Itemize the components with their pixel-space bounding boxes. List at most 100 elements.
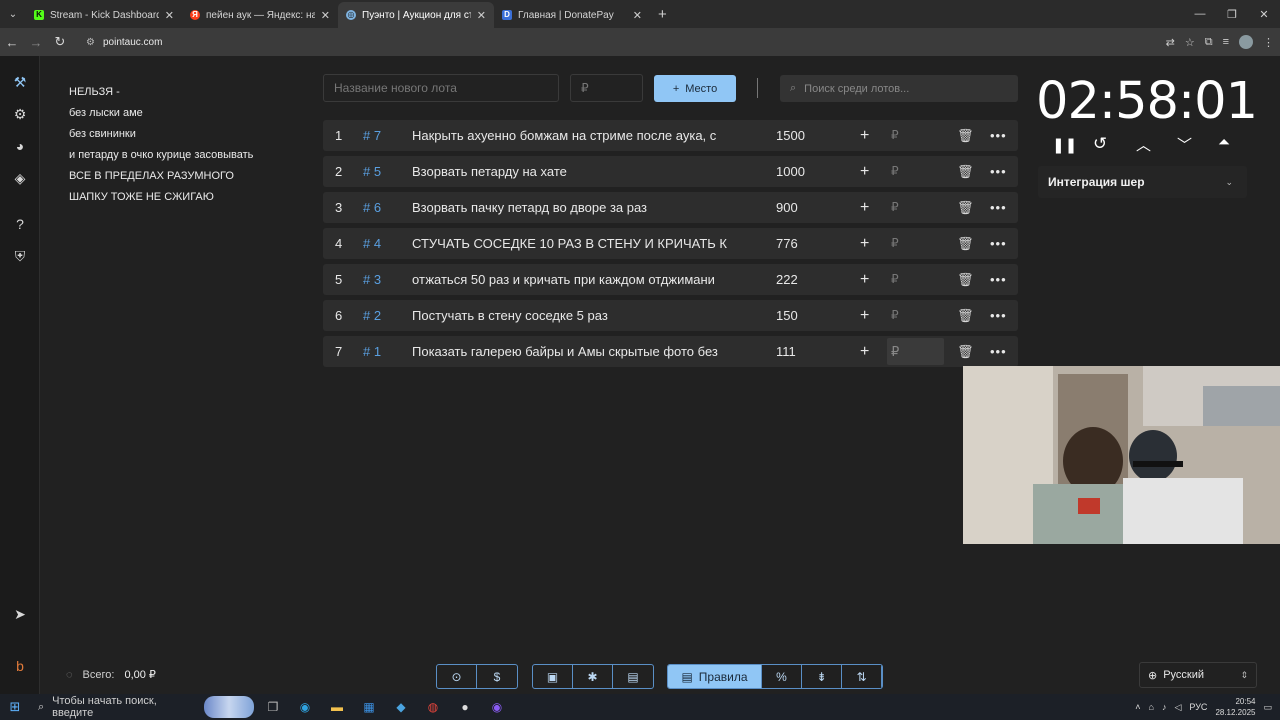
wheel-chart-icon[interactable]: ◕ [10,136,30,156]
double-chevron-up-icon[interactable]: ⏶ [1218,134,1230,154]
url-field[interactable]: ⚙ pointauc.com [80,31,1140,53]
shield-check-icon[interactable]: ⛨ [10,246,30,266]
edge-icon[interactable]: ◉ [294,697,316,717]
obs-icon[interactable]: ● [454,697,476,717]
lot-name[interactable]: Взорвать петарду на хате [412,156,748,187]
close-window-icon[interactable]: ✕ [1248,0,1280,28]
volume-icon[interactable]: ◁ [1174,702,1181,713]
delete-icon[interactable]: 🗑 [957,336,974,367]
add-amount-icon[interactable]: + [860,156,869,187]
lot-currency-input[interactable]: ₽ [891,300,899,331]
bug-icon[interactable]: ✱ [573,665,613,688]
network-icon[interactable]: ⌂ [1149,702,1154,712]
lot-amount-input[interactable]: ₽ [570,74,643,102]
add-amount-icon[interactable]: + [860,228,869,259]
lot-currency-input-focused[interactable]: ₽ [887,338,944,365]
donate-dollar-icon[interactable]: $ [477,665,517,688]
more-options-icon[interactable]: ••• [990,336,1007,367]
app-purple-icon[interactable]: ◉ [486,697,508,717]
more-options-icon[interactable]: ••• [990,156,1007,187]
delete-icon[interactable]: 🗑 [957,228,974,259]
lot-name-input[interactable]: Название нового лота [323,74,559,102]
notifications-icon[interactable]: ▭ [1263,702,1272,713]
close-tab-icon[interactable]: ✕ [477,9,486,22]
add-amount-icon[interactable]: + [860,120,869,151]
lot-currency-input[interactable]: ₽ [891,156,899,187]
forward-icon[interactable]: → [24,28,48,56]
mic-icon[interactable]: ♪ [1162,702,1167,712]
layers-icon[interactable]: ◈ [10,168,30,188]
pause-icon[interactable]: ❚❚ [1052,136,1077,156]
add-amount-icon[interactable]: + [860,264,869,295]
add-amount-icon[interactable]: + [860,192,869,223]
close-tab-icon[interactable]: ✕ [321,9,330,22]
save-icon[interactable]: ▣ [533,665,573,688]
lot-name[interactable]: Взорвать пачку петард во дворе за раз [412,192,748,223]
delete-icon[interactable]: 🗑 [957,120,974,151]
auction-hammer-icon[interactable]: ⚒ [10,72,30,92]
more-options-icon[interactable]: ••• [990,300,1007,331]
hide-eye-icon[interactable]: ◌ [66,669,73,681]
extensions-icon[interactable]: ⧉ [1205,36,1213,49]
subtract-time-chevron-down-icon[interactable]: ﹀ [1177,134,1192,154]
profile-avatar[interactable] [1239,35,1253,49]
language-select[interactable]: ⊕ Русский ⇕ [1139,662,1257,688]
minimize-icon[interactable]: — [1184,0,1216,28]
browser-tab-donatepay[interactable]: D Главная | DonatePay ✕ [494,2,650,28]
browser-tab-yandex[interactable]: Я пейен аук — Яндекс: нашлось ✕ [182,2,338,28]
integration-dropdown[interactable]: Интеграция шер ⌄ [1038,166,1247,198]
delete-icon[interactable]: 🗑 [957,156,974,187]
add-place-button[interactable]: + Место [654,75,736,102]
search-highlight-image[interactable] [204,696,254,718]
store-icon[interactable]: ▦ [358,697,380,717]
new-tab-icon[interactable]: + [658,6,667,23]
add-time-chevron-up-icon[interactable]: ︿ [1136,134,1151,154]
percent-icon[interactable]: % [762,665,802,688]
sort-icon[interactable]: ⇅ [842,665,882,688]
tab-list-icon[interactable]: ⌄ [0,0,26,28]
lot-currency-input[interactable]: ₽ [891,264,899,295]
reload-icon[interactable]: ↻ [48,28,72,56]
delete-icon[interactable]: 🗑 [957,300,974,331]
windows-start-icon[interactable]: ⊞ [0,699,30,715]
rules-button[interactable]: ▤ Правила [668,665,762,688]
more-options-icon[interactable]: ••• [990,120,1007,151]
more-options-icon[interactable]: ••• [990,192,1007,223]
explorer-folder-icon[interactable]: ▬ [326,697,348,717]
taskbar-search[interactable]: ⌕ Чтобы начать поиск, введите [30,695,190,719]
site-info-icon[interactable]: ⚙ [86,37,95,48]
maximize-icon[interactable]: ❐ [1216,0,1248,28]
app-icon[interactable]: ◆ [390,697,412,717]
more-options-icon[interactable]: ••• [990,228,1007,259]
keyboard-language[interactable]: РУС [1189,702,1207,712]
close-tab-icon[interactable]: ✕ [165,9,174,22]
close-tab-icon[interactable]: ✕ [633,9,642,22]
task-view-icon[interactable]: ❐ [262,697,284,717]
clear-list-icon[interactable]: ▤ [613,665,653,688]
lot-currency-input[interactable]: ₽ [891,120,899,151]
browser-tab-pointauc[interactable]: ◎ Пуэнто | Аукцион для стримеров ✕ [338,2,494,28]
lot-search-input[interactable]: ⌕ Поиск среди лотов... [780,75,1018,102]
chrome-icon[interactable]: ◍ [422,697,444,717]
lot-name[interactable]: Показать галерею байры и Амы скрытые фот… [412,336,748,367]
compress-icon[interactable]: ⇟ [802,665,842,688]
browser-menu-icon[interactable]: ⋮ [1263,36,1274,49]
more-options-icon[interactable]: ••• [990,264,1007,295]
reset-timer-icon[interactable]: ↺ [1093,134,1107,154]
github-icon[interactable]: ⊙ [437,665,477,688]
bookmark-star-icon[interactable]: ☆ [1185,36,1195,49]
delete-icon[interactable]: 🗑 [957,192,974,223]
tray-chevron-up-icon[interactable]: ˄ [1135,702,1140,712]
settings-gear-icon[interactable]: ⚙ [10,104,30,124]
browser-tab-kick[interactable]: K Stream - Kick Dashboard ✕ [26,2,182,28]
add-amount-icon[interactable]: + [860,300,869,331]
boosty-icon[interactable]: b [10,656,30,676]
help-icon[interactable]: ? [10,214,30,234]
add-amount-icon[interactable]: + [860,336,869,367]
lot-name[interactable]: отжаться 50 раз и кричать при каждом отд… [412,264,748,295]
lot-name[interactable]: Накрыть ахуенно бомжам на стриме после а… [412,120,748,151]
lot-name[interactable]: Постучать в стену соседке 5 раз [412,300,748,331]
media-icon[interactable]: ≡ [1223,36,1229,48]
lot-currency-input[interactable]: ₽ [891,228,899,259]
translate-icon[interactable]: ⇄ [1166,36,1175,49]
